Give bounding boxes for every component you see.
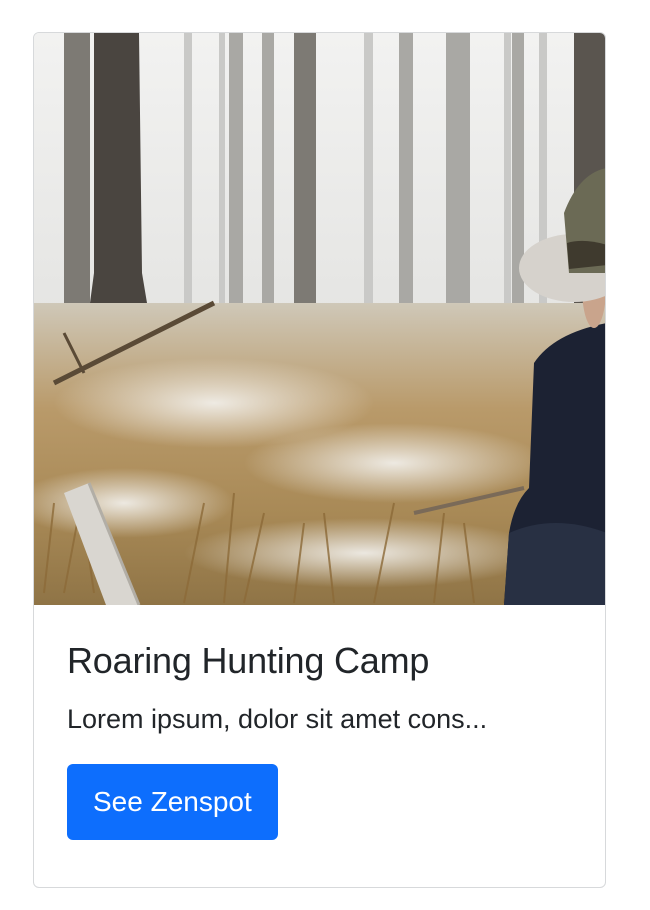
zenspot-card: Roaring Hunting Camp Lorem ipsum, dolor …	[33, 32, 606, 888]
card-image	[34, 33, 605, 605]
card-body: Roaring Hunting Camp Lorem ipsum, dolor …	[67, 639, 577, 841]
see-zenspot-button[interactable]: See Zenspot	[67, 764, 278, 841]
card-description: Lorem ipsum, dolor sit amet cons...	[67, 704, 488, 735]
card-title: Roaring Hunting Camp	[67, 640, 430, 681]
